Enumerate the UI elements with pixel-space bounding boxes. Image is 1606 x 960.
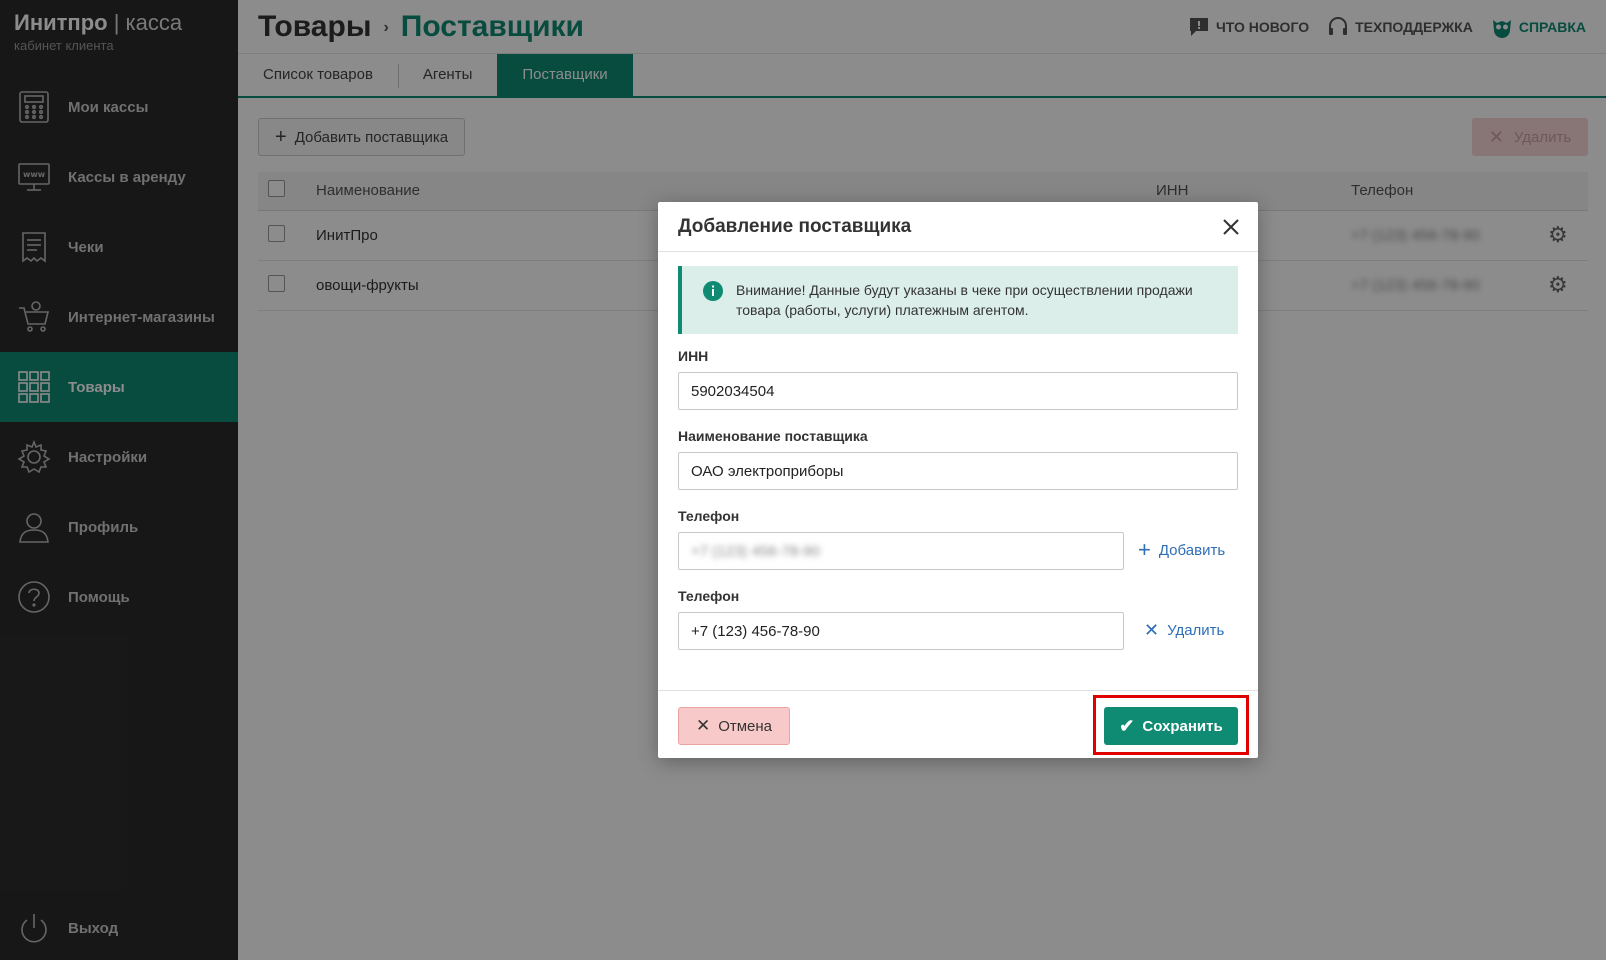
supplier-name-input[interactable]: ОАО электроприборы [678, 452, 1238, 490]
phone-value: +7 (123) 456-78-90 [691, 542, 820, 560]
inn-label: ИНН [678, 348, 709, 364]
info-alert: Внимание! Данные будут указаны в чеке пр… [678, 266, 1238, 334]
phone-input[interactable]: +7 (123) 456-78-90 [678, 532, 1124, 570]
dialog-title: Добавление поставщика [658, 202, 1258, 252]
info-icon [703, 281, 723, 301]
phone-label: Телефон [678, 588, 740, 604]
alert-text: Внимание! Данные будут указаны в чеке пр… [736, 282, 1193, 318]
add-phone-label: Добавить [1158, 541, 1226, 559]
supplier-name-label: Наименование поставщика [678, 428, 868, 444]
add-phone-button[interactable]: + Добавить [1138, 537, 1226, 562]
remove-phone-button[interactable]: ✕ Удалить [1144, 620, 1224, 641]
remove-phone-label: Удалить [1167, 622, 1225, 639]
save-button-highlight [1093, 695, 1249, 755]
inn-input[interactable]: 5902034504 [678, 372, 1238, 410]
close-icon[interactable] [1220, 216, 1242, 238]
phone-input[interactable]: +7 (123) 456-78-90 [678, 612, 1124, 650]
phone-label: Телефон [678, 508, 740, 524]
add-supplier-dialog: Добавление поставщика Внимание! Данные б… [658, 202, 1258, 758]
close-icon: ✕ [695, 716, 711, 735]
cancel-label: Отмена [718, 717, 773, 735]
plus-icon: + [1138, 537, 1151, 562]
cancel-button[interactable]: ✕ Отмена [678, 707, 790, 745]
close-icon: ✕ [1144, 620, 1160, 640]
